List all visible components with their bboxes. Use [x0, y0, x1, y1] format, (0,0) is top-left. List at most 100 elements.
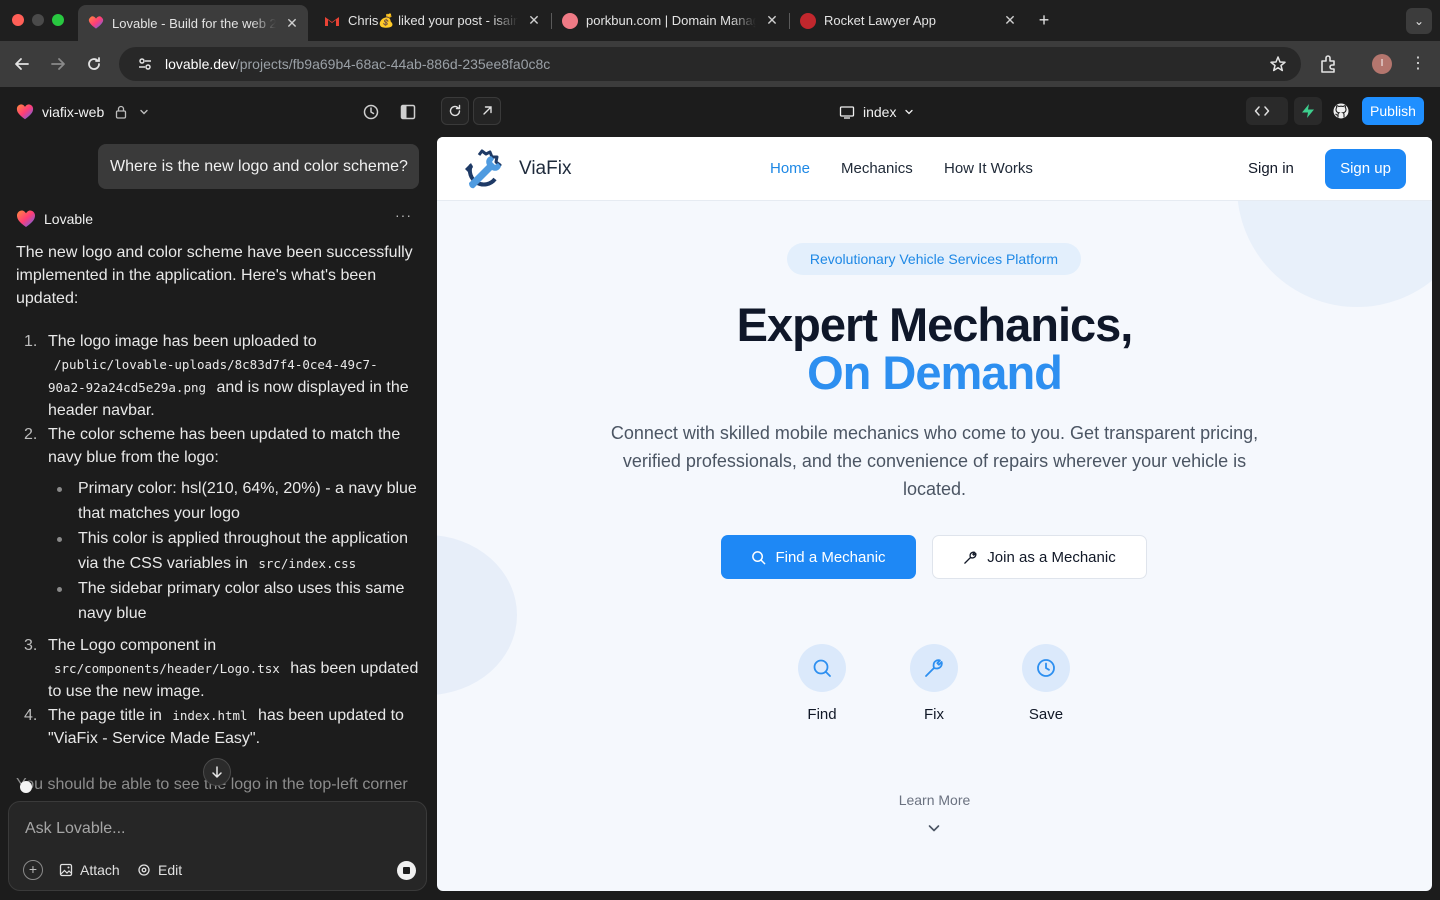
list-number: 2.: [24, 426, 38, 443]
feature-save: Save: [1001, 644, 1091, 723]
message-more-button[interactable]: ···: [395, 207, 412, 223]
feature-find: Find: [777, 644, 867, 723]
nav-how-it-works[interactable]: How It Works: [944, 160, 1033, 177]
open-in-new-tab-button[interactable]: [473, 97, 501, 125]
attach-button[interactable]: Attach: [59, 860, 120, 880]
site-settings-icon[interactable]: [135, 54, 155, 74]
github-button[interactable]: [1327, 97, 1355, 125]
history-icon[interactable]: [362, 103, 380, 121]
chat-pane: viafix-web Where is the new logo and col…: [0, 87, 436, 900]
stop-icon: [403, 867, 410, 874]
tab-title: Rocket Lawyer App: [824, 13, 937, 28]
inline-code: src/components/header/Logo.tsx: [54, 661, 280, 676]
bookmark-star-icon[interactable]: [1269, 55, 1287, 73]
close-tab-icon[interactable]: ✕: [1000, 12, 1020, 29]
maximize-window-button[interactable]: [52, 14, 64, 26]
rocket-lawyer-icon: [800, 12, 816, 29]
forward-button[interactable]: [47, 53, 69, 75]
chevron-down-icon[interactable]: [927, 821, 941, 835]
site-logo[interactable]: ViaFix: [461, 149, 571, 189]
publish-button[interactable]: Publish: [1362, 97, 1424, 125]
message-intro: The new logo and color scheme have been …: [16, 244, 413, 307]
chat-input[interactable]: Ask Lovable... + Attach Edit: [8, 801, 427, 891]
tab-gmail[interactable]: Chris💰 liked your post - isain ✕: [314, 6, 550, 35]
decorative-circle: [437, 535, 517, 695]
url-text: lovable.dev/projects/fb9a69b4-68ac-44ab-…: [165, 56, 550, 72]
hero-badge: Revolutionary Vehicle Services Platform: [787, 243, 1081, 275]
list-item: 3. The Logo component in src/components/…: [16, 634, 424, 703]
hero-title-accent: On Demand: [807, 346, 1063, 399]
feature-label: Fix: [924, 706, 944, 723]
minimize-window-button[interactable]: [32, 14, 44, 26]
extensions-icon[interactable]: [1318, 53, 1340, 75]
site-preview: ViaFix Home Mechanics How It Works Sign …: [437, 137, 1432, 891]
list-item: 1. The logo image has been uploaded to /…: [16, 330, 424, 422]
close-tab-icon[interactable]: ✕: [524, 12, 544, 29]
refresh-preview-button[interactable]: [441, 97, 469, 125]
feature-label: Find: [807, 706, 837, 723]
supabase-button[interactable]: [1294, 97, 1322, 125]
image-icon: [59, 863, 73, 877]
url-host: lovable.dev: [165, 56, 236, 72]
nav-home[interactable]: Home: [770, 160, 810, 177]
close-tab-icon[interactable]: ✕: [282, 15, 302, 32]
join-mechanic-button[interactable]: Join as a Mechanic: [932, 535, 1147, 579]
list-item-text: The page title in: [48, 707, 162, 724]
stop-generation-button[interactable]: [397, 861, 416, 880]
back-button[interactable]: [11, 53, 33, 75]
find-mechanic-button[interactable]: Find a Mechanic: [721, 535, 916, 579]
lovable-app: viafix-web Where is the new logo and col…: [0, 87, 1440, 900]
browser-menu-icon[interactable]: ⋮: [1410, 53, 1426, 75]
add-button[interactable]: +: [23, 860, 43, 880]
address-bar[interactable]: lovable.dev/projects/fb9a69b4-68ac-44ab-…: [119, 47, 1301, 81]
list-item-text: The color scheme has been updated to mat…: [48, 426, 401, 466]
sub-list-item: The sidebar primary color also uses this…: [48, 576, 424, 626]
hero-description: Connect with skilled mobile mechanics wh…: [610, 423, 1259, 499]
tab-porkbun[interactable]: porkbun.com | Domain Manag ✕: [552, 6, 788, 35]
sub-list-text: The sidebar primary color also uses this…: [78, 580, 405, 622]
tab-lovable[interactable]: Lovable - Build for the web 20 ✕: [78, 5, 308, 41]
feature-icon: [910, 644, 958, 692]
sign-up-button[interactable]: Sign up: [1325, 149, 1406, 189]
edit-label: Edit: [158, 862, 183, 878]
url-path: /projects/fb9a69b4-68ac-44ab-886d-235ee8…: [235, 56, 551, 72]
sign-in-link[interactable]: Sign in: [1248, 160, 1294, 177]
page-selector[interactable]: index: [839, 101, 914, 123]
profile-avatar[interactable]: I: [1372, 54, 1392, 74]
brand-name: ViaFix: [519, 158, 572, 179]
sidebar-toggle-icon[interactable]: [399, 103, 417, 121]
porkbun-icon: [562, 12, 578, 29]
tab-title: Lovable - Build for the web 20: [112, 15, 276, 31]
sub-list-item: Primary color: hsl(210, 64%, 20%) - a na…: [48, 476, 424, 526]
tab-search-button[interactable]: ⌄: [1406, 8, 1432, 34]
code-icon: [1254, 106, 1270, 116]
edit-button[interactable]: Edit: [137, 860, 182, 880]
tab-rocket-lawyer[interactable]: Rocket Lawyer App ✕: [790, 6, 1026, 35]
site-header: ViaFix Home Mechanics How It Works Sign …: [437, 137, 1432, 201]
attach-label: Attach: [80, 862, 120, 878]
list-item-text: The logo image has been uploaded to: [48, 333, 317, 350]
close-tab-icon[interactable]: ✕: [762, 12, 782, 29]
scroll-to-bottom-button[interactable]: [203, 758, 231, 786]
lovable-heart-icon: [17, 210, 35, 227]
project-name: viafix-web: [42, 104, 105, 120]
clock-icon: [1037, 659, 1055, 677]
close-window-button[interactable]: [12, 14, 24, 26]
external-link-icon: [483, 106, 492, 115]
inline-code: /public/lovable-uploads/8c83d7f4-0ce4-49…: [54, 357, 378, 372]
feature-icon: [798, 644, 846, 692]
project-switcher[interactable]: viafix-web: [16, 101, 150, 123]
new-tab-button[interactable]: +: [1034, 10, 1054, 30]
chat-input-placeholder: Ask Lovable...: [25, 820, 126, 837]
learn-more-link[interactable]: Learn More: [437, 792, 1432, 808]
reload-button[interactable]: [83, 53, 105, 75]
find-mechanic-label: Find a Mechanic: [775, 548, 886, 566]
browser-tab-bar: Lovable - Build for the web 20 ✕ Chris💰 …: [0, 0, 1440, 41]
feature-fix: Fix: [889, 644, 979, 723]
list-item-text: The Logo component in: [48, 637, 217, 654]
nav-mechanics[interactable]: Mechanics: [841, 160, 913, 177]
mouse-cursor: [20, 781, 32, 793]
list-item: 2. The color scheme has been updated to …: [16, 423, 424, 626]
sub-list-text: Primary color: hsl(210, 64%, 20%) - a na…: [78, 480, 417, 522]
code-view-button[interactable]: [1246, 97, 1288, 125]
